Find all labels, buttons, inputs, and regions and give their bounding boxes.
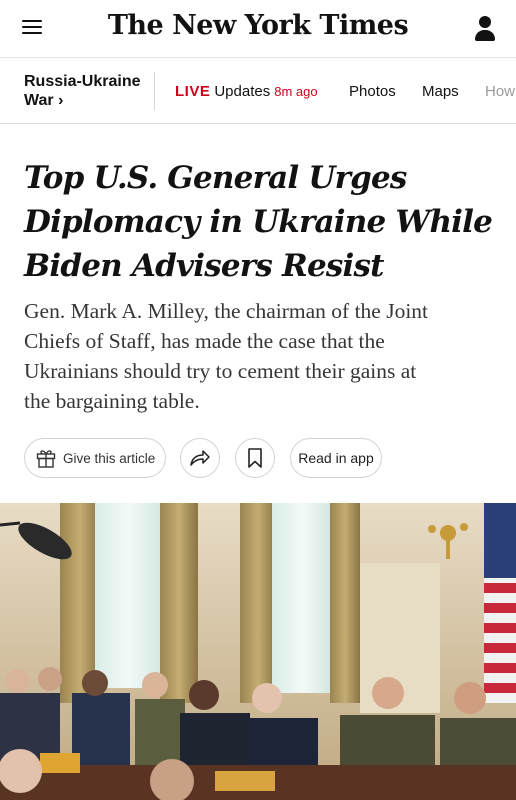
nav-link-photos[interactable]: Photos: [349, 83, 396, 100]
bookmark-icon: [248, 448, 262, 468]
live-tag: LIVE: [175, 83, 211, 100]
section-title-line2: War ›: [24, 92, 64, 109]
section-nav: Russia-Ukraine War › LIVE Updates 8m ago P…: [0, 58, 516, 124]
headline-line: Biden Advisers Resist: [24, 248, 384, 284]
section-title-link[interactable]: Russia-Ukraine War ›: [24, 72, 141, 110]
nav-divider: [154, 72, 155, 110]
nav-link-how[interactable]: How: [485, 83, 515, 100]
meeting-photo-illustration: [0, 503, 516, 800]
article-lead-photo[interactable]: [0, 503, 516, 800]
gift-article-label: Give this article: [63, 450, 156, 466]
section-title-line1: Russia-Ukraine: [24, 73, 141, 90]
gift-article-button[interactable]: Give this article: [24, 438, 166, 478]
share-button[interactable]: [180, 438, 220, 478]
summary-line: Chiefs of Staff, has made the case that …: [24, 329, 385, 353]
top-bar: The New York Times: [0, 0, 516, 58]
summary-line: Ukrainians should try to cement their ga…: [24, 359, 417, 383]
summary-line: the bargaining table.: [24, 389, 200, 413]
nyt-logo[interactable]: The New York Times: [0, 10, 516, 41]
read-in-app-button[interactable]: Read in app: [290, 438, 382, 478]
gift-icon: [36, 450, 56, 468]
live-updates-label: Updates: [214, 83, 271, 100]
headline-line: Top U.S. General Urges: [24, 160, 407, 196]
headline-line: Diplomacy in Ukraine While: [24, 204, 493, 240]
account-icon[interactable]: [474, 16, 496, 42]
share-arrow-icon: [190, 450, 210, 466]
summary-line: Gen. Mark A. Milley, the chairman of the…: [24, 299, 429, 323]
article-summary: Gen. Mark A. Milley, the chairman of the…: [24, 296, 494, 416]
nav-link-maps[interactable]: Maps: [422, 83, 459, 100]
live-updates-age: 8m ago: [274, 84, 318, 99]
article-headline: Top U.S. General Urges Diplomacy in Ukra…: [24, 156, 494, 288]
live-updates-link[interactable]: LIVE Updates 8m ago: [175, 83, 318, 100]
save-button[interactable]: [235, 438, 275, 478]
